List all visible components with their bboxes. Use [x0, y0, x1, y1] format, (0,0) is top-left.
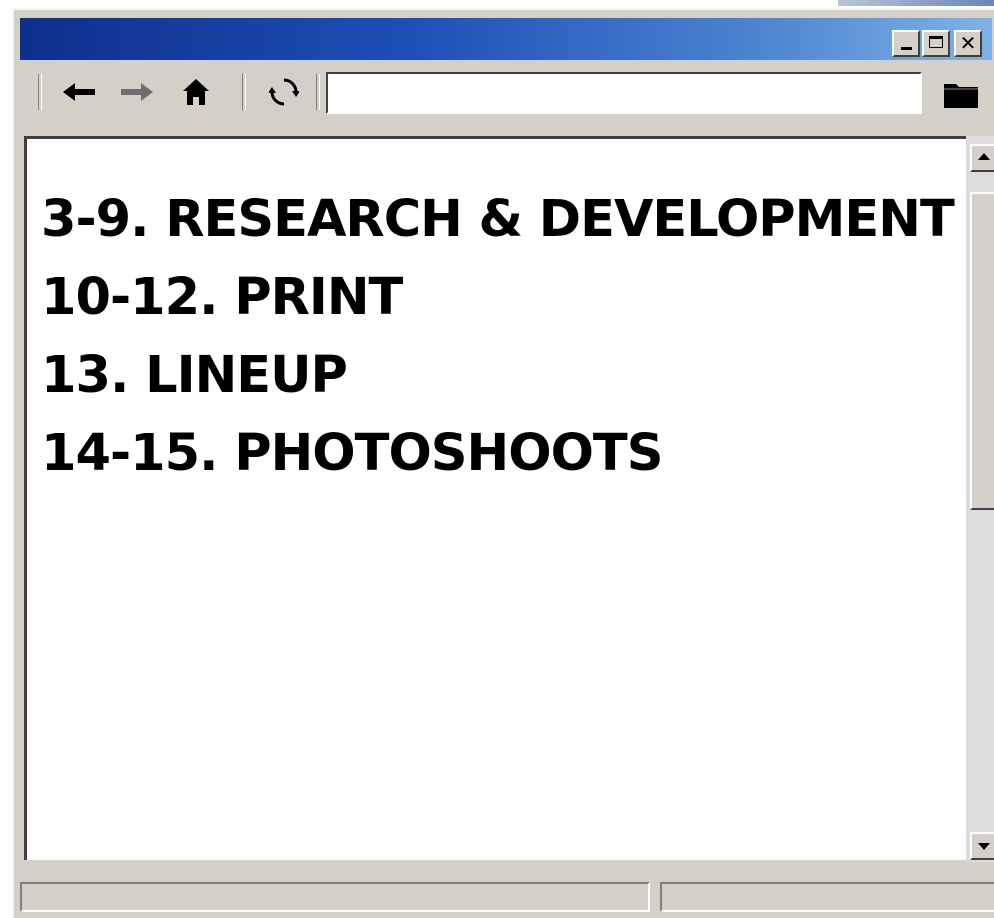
navigation-toolbar [20, 62, 992, 124]
vertical-scrollbar[interactable] [966, 136, 994, 862]
desktop-corner-accent [838, 0, 994, 6]
status-bar [20, 876, 994, 914]
status-pane-main [20, 882, 650, 912]
browser-window: ✕ 3-9. RESEARCH & DEVELOPMENT 10-12. PRI… [12, 8, 994, 918]
maximize-button[interactable] [922, 30, 950, 57]
close-button[interactable]: ✕ [954, 30, 982, 57]
forward-arrow-icon [121, 83, 153, 101]
folder-icon [944, 84, 978, 108]
contents-list: 3-9. RESEARCH & DEVELOPMENT 10-12. PRINT… [41, 181, 955, 493]
list-item-print[interactable]: 10-12. PRINT [41, 259, 954, 337]
title-bar[interactable]: ✕ [20, 18, 992, 60]
folder-button[interactable] [940, 76, 984, 112]
maximize-icon [924, 32, 948, 55]
address-bar-input[interactable] [326, 72, 922, 114]
list-item-research-development[interactable]: 3-9. RESEARCH & DEVELOPMENT [41, 181, 955, 259]
back-arrow-icon [63, 83, 95, 101]
home-button[interactable] [178, 74, 214, 110]
status-pane-secondary [660, 882, 994, 912]
scroll-down-button[interactable] [970, 832, 994, 860]
minimize-button[interactable] [892, 30, 920, 57]
close-icon: ✕ [959, 31, 977, 55]
back-button[interactable] [62, 74, 98, 110]
refresh-button[interactable] [266, 74, 302, 110]
page-content: 3-9. RESEARCH & DEVELOPMENT 10-12. PRINT… [24, 136, 966, 860]
arrow-up-icon [978, 153, 990, 160]
toolbar-separator [38, 74, 42, 110]
arrow-down-icon [978, 843, 990, 850]
toolbar-separator [316, 74, 320, 110]
scroll-thumb[interactable] [970, 192, 994, 510]
list-item-lineup[interactable]: 13. LINEUP [41, 337, 954, 415]
home-icon [183, 79, 209, 105]
list-item-photoshoots[interactable]: 14-15. PHOTOSHOOTS [41, 415, 954, 493]
refresh-icon [269, 78, 299, 106]
scroll-up-button[interactable] [970, 144, 994, 172]
toolbar-separator [242, 74, 246, 110]
minimize-icon [894, 32, 918, 55]
forward-button[interactable] [118, 74, 154, 110]
